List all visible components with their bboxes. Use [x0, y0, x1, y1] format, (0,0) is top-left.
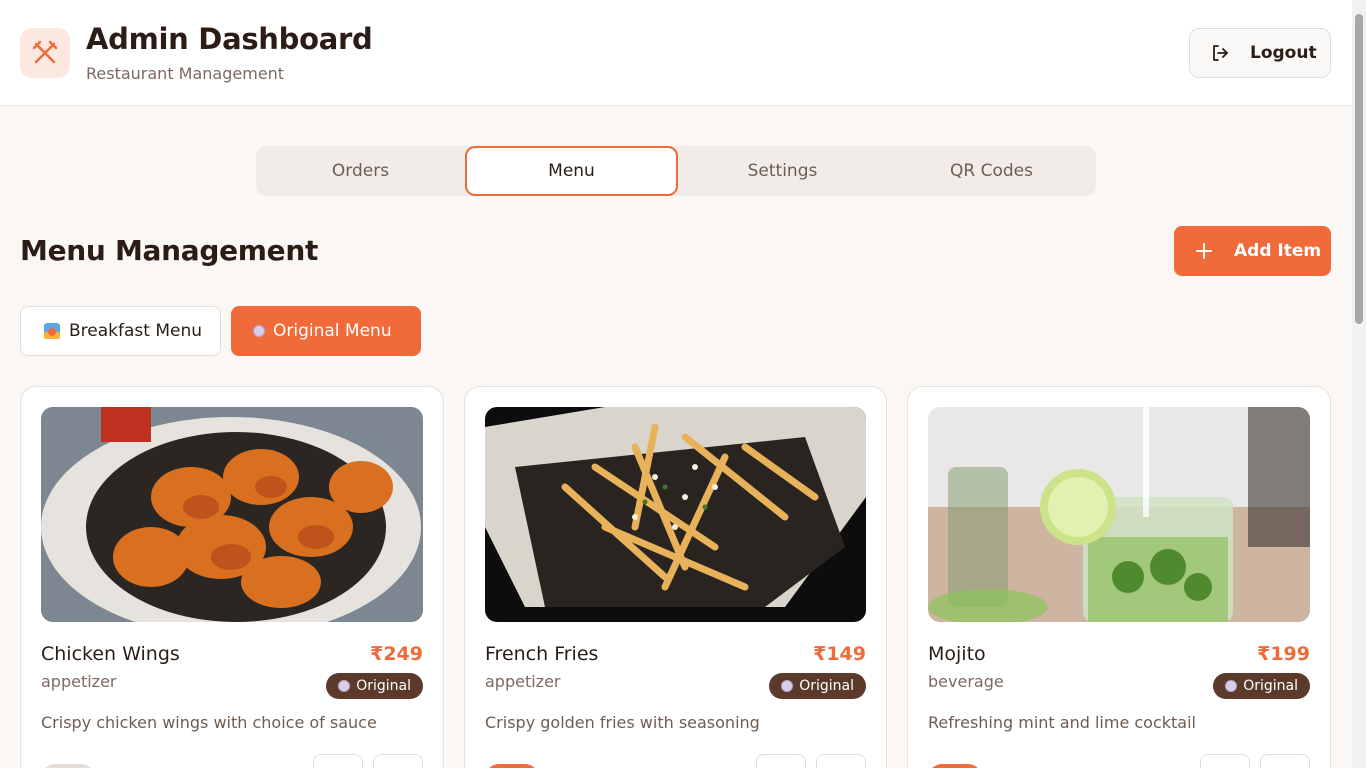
breakfast-menu-button[interactable]: Breakfast Menu: [20, 306, 221, 356]
availability-toggle[interactable]: [928, 764, 982, 768]
edit-button[interactable]: [756, 754, 806, 768]
menu-type-badge: Original: [326, 673, 423, 699]
original-menu-button[interactable]: Original Menu: [231, 306, 421, 356]
item-description: Crispy chicken wings with choice of sauc…: [41, 713, 377, 732]
breakfast-menu-label: Breakfast Menu: [69, 321, 203, 341]
item-name: Chicken Wings: [41, 643, 180, 665]
badge-label: Original: [356, 678, 411, 694]
badge-label: Original: [1243, 678, 1298, 694]
badge-label: Original: [799, 678, 854, 694]
section-title: Menu Management: [20, 234, 319, 267]
edit-button[interactable]: [1200, 754, 1250, 768]
tab-orders[interactable]: Orders: [256, 146, 465, 196]
menu-item-card: French Fries ₹149 appetizer Original Cri…: [464, 386, 887, 768]
logout-icon: [1213, 45, 1228, 61]
page-scrollbar[interactable]: [1352, 0, 1366, 768]
item-image: [928, 407, 1310, 622]
menu-type-badge: Original: [1213, 673, 1310, 699]
item-name: Mojito: [928, 643, 986, 665]
tab-menu[interactable]: Menu: [465, 146, 678, 196]
availability-toggle[interactable]: [41, 764, 95, 768]
logo: [20, 28, 70, 78]
item-price: ₹199: [1257, 643, 1310, 665]
tab-qr-codes[interactable]: QR Codes: [887, 146, 1096, 196]
item-price: ₹149: [813, 643, 866, 665]
delete-button[interactable]: [816, 754, 866, 768]
utensils-icon: [32, 40, 58, 64]
plate-icon: [781, 680, 794, 692]
page-title: Admin Dashboard: [86, 22, 373, 56]
app-header: Admin Dashboard Restaurant Management Lo…: [0, 0, 1352, 106]
item-image: [485, 407, 866, 622]
page-subtitle: Restaurant Management: [86, 64, 285, 83]
plate-icon: [1225, 680, 1238, 692]
item-description: Refreshing mint and lime cocktail: [928, 713, 1196, 732]
add-item-label: Add Item: [1234, 241, 1322, 261]
edit-button[interactable]: [313, 754, 363, 768]
menu-item-card: Mojito ₹199 beverage Original Refreshing…: [907, 386, 1331, 768]
add-item-button[interactable]: Add Item: [1174, 226, 1331, 276]
availability-toggle[interactable]: [485, 764, 539, 768]
sunrise-icon: [44, 323, 60, 339]
logout-button[interactable]: Logout: [1189, 28, 1331, 78]
delete-button[interactable]: [373, 754, 423, 768]
main-tabs: Orders Menu Settings QR Codes: [256, 146, 1096, 196]
plus-icon: [1196, 243, 1212, 259]
plate-icon: [253, 325, 265, 337]
item-category: appetizer: [41, 672, 117, 691]
logout-label: Logout: [1250, 43, 1317, 63]
item-category: beverage: [928, 672, 1004, 691]
item-category: appetizer: [485, 672, 561, 691]
item-name: French Fries: [485, 643, 599, 665]
scrollbar-thumb[interactable]: [1355, 14, 1363, 324]
item-image: [41, 407, 423, 622]
delete-button[interactable]: [1260, 754, 1310, 768]
menu-item-card: Chicken Wings ₹249 appetizer Original Cr…: [20, 386, 444, 768]
item-description: Crispy golden fries with seasoning: [485, 713, 760, 732]
original-menu-label: Original Menu: [273, 321, 392, 341]
menu-type-badge: Original: [769, 673, 866, 699]
tab-settings[interactable]: Settings: [678, 146, 887, 196]
item-price: ₹249: [370, 643, 423, 665]
plate-icon: [338, 680, 351, 692]
